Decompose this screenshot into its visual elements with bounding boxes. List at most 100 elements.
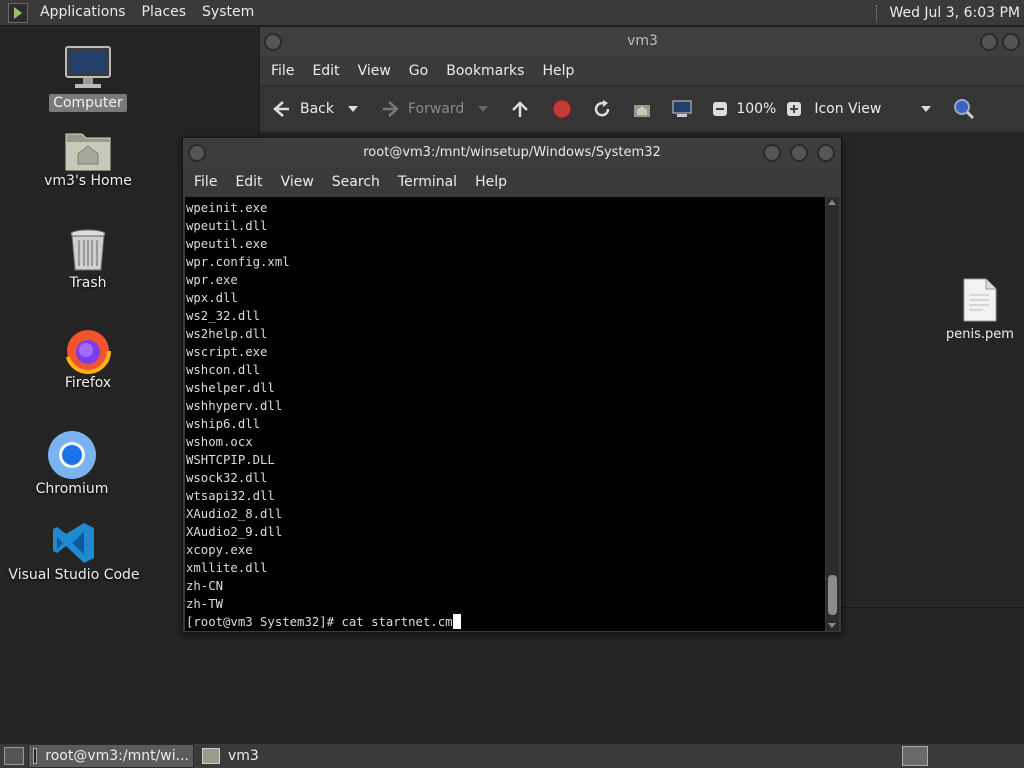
computer-icon <box>63 44 113 94</box>
scroll-up-arrow-icon[interactable] <box>828 200 836 205</box>
menu-search[interactable]: Search <box>323 174 389 190</box>
vscode-icon <box>51 520 97 566</box>
file-item[interactable]: penis.pem <box>940 277 1020 342</box>
view-mode-select[interactable]: Icon View <box>814 101 932 117</box>
desktop-icon-firefox[interactable]: Firefox <box>18 326 158 392</box>
show-desktop-icon[interactable] <box>4 747 24 765</box>
desktop-icon-label: Visual Studio Code <box>8 567 140 583</box>
terminal-line: wshom.ocx <box>186 435 253 449</box>
document-icon <box>963 278 997 322</box>
terminal-line: wpeutil.exe <box>186 237 268 251</box>
window-title: root@vm3:/mnt/winsetup/Windows/System32 <box>363 145 661 160</box>
desktop-icon-label: Firefox <box>64 375 112 391</box>
home-folder-icon <box>63 128 113 172</box>
scrollbar-thumb[interactable] <box>828 575 837 615</box>
forward-history-chevron-icon[interactable] <box>478 106 489 112</box>
back-button[interactable]: Back <box>272 99 358 119</box>
terminal-line: zh-TW <box>186 597 224 611</box>
terminal-line: wshcon.dll <box>186 363 261 377</box>
clock[interactable]: Wed Jul 3, 6:03 PM <box>889 5 1024 21</box>
terminal-line: XAudio2_9.dll <box>186 525 283 539</box>
window-titlebar[interactable]: vm3 <box>260 27 1024 57</box>
menu-view[interactable]: View <box>272 174 323 190</box>
back-history-chevron-icon[interactable] <box>348 106 358 112</box>
chevron-down-icon <box>921 106 932 112</box>
zoom-in-icon[interactable] <box>786 101 802 117</box>
desktop-icon-trash[interactable]: Trash <box>18 228 158 292</box>
scroll-down-arrow-icon[interactable] <box>828 623 836 628</box>
bottom-panel: root@vm3:/mnt/wi... vm3 <box>0 743 1024 768</box>
desktop-icon-label: Computer <box>49 94 127 112</box>
terminal-line: wsock32.dll <box>186 471 268 485</box>
up-arrow-icon[interactable] <box>510 99 530 119</box>
taskbar-item-label: vm3 <box>228 748 259 764</box>
chromium-icon <box>47 430 97 480</box>
terminal-line: wship6.dll <box>186 417 261 431</box>
workspace-switcher[interactable] <box>902 746 928 766</box>
menu-help[interactable]: Help <box>533 63 583 79</box>
close-button[interactable] <box>817 144 835 162</box>
taskbar-item-file-manager[interactable]: vm3 <box>198 745 263 767</box>
terminal-output[interactable]: wpeinit.exe wpeutil.dll wpeutil.exe wpr.… <box>185 197 825 631</box>
menu-edit[interactable]: Edit <box>303 63 348 79</box>
menu-file[interactable]: File <box>185 174 226 190</box>
desktop-icon-chromium[interactable]: Chromium <box>2 430 142 498</box>
home-icon[interactable] <box>632 99 652 119</box>
terminal-line: ws2help.dll <box>186 327 268 341</box>
forward-arrow-icon <box>380 99 400 119</box>
menu-places[interactable]: Places <box>134 0 195 25</box>
menu-applications[interactable]: Applications <box>32 0 134 25</box>
terminal-line: wtsapi32.dll <box>186 489 275 503</box>
maximize-button[interactable] <box>1002 33 1020 51</box>
menu-go[interactable]: Go <box>400 63 437 79</box>
window-titlebar[interactable]: root@vm3:/mnt/winsetup/Windows/System32 <box>183 138 841 168</box>
desktop-icon-home[interactable]: vm3's Home <box>18 128 158 190</box>
back-arrow-icon <box>272 99 292 119</box>
text-cursor <box>452 614 461 629</box>
desktop-icon-vscode[interactable]: Visual Studio Code <box>4 520 144 584</box>
terminal-scrollbar[interactable] <box>826 197 839 631</box>
minimize-button[interactable] <box>763 144 781 162</box>
reload-icon[interactable] <box>592 99 612 119</box>
search-icon[interactable] <box>953 98 975 120</box>
applications-logo-icon[interactable] <box>8 2 28 23</box>
terminal-icon <box>33 748 38 764</box>
folder-icon <box>202 748 220 764</box>
terminal-line: wpr.exe <box>186 273 238 287</box>
trash-icon <box>68 228 108 274</box>
terminal-line: zh-CN <box>186 579 224 593</box>
terminal-prompt[interactable]: [root@vm3 System32]# cat startnet.cm <box>186 615 453 629</box>
stop-icon[interactable] <box>552 99 572 119</box>
toolbar: Back Forward 100% Icon View <box>260 85 1024 133</box>
taskbar-item-terminal[interactable]: root@vm3:/mnt/wi... <box>28 744 194 768</box>
zoom-out-icon[interactable] <box>712 101 728 117</box>
terminal-window: root@vm3:/mnt/winsetup/Windows/System32 … <box>182 137 842 633</box>
menu-help[interactable]: Help <box>466 174 516 190</box>
file-name: penis.pem <box>946 327 1014 342</box>
zoom-level[interactable]: 100% <box>736 101 776 117</box>
firefox-icon <box>64 326 112 374</box>
desktop-icon-computer[interactable]: Computer <box>18 44 158 112</box>
terminal-line: wpx.dll <box>186 291 238 305</box>
forward-button[interactable]: Forward <box>380 99 489 119</box>
top-panel: Applications Places System Wed Jul 3, 6:… <box>0 0 1024 26</box>
terminal-line: xcopy.exe <box>186 543 253 557</box>
menu-system[interactable]: System <box>194 0 262 25</box>
terminal-line: XAudio2_8.dll <box>186 507 283 521</box>
minimize-button[interactable] <box>980 33 998 51</box>
menu-view[interactable]: View <box>349 63 400 79</box>
maximize-button[interactable] <box>790 144 808 162</box>
terminal-line: wpeutil.dll <box>186 219 268 233</box>
terminal-line: xmllite.dll <box>186 561 268 575</box>
menu-bookmarks[interactable]: Bookmarks <box>437 63 533 79</box>
menu-edit[interactable]: Edit <box>226 174 271 190</box>
menu-file[interactable]: File <box>262 63 303 79</box>
terminal-line: WSHTCPIP.DLL <box>186 453 275 467</box>
desktop-icon-label: Trash <box>69 275 107 291</box>
computer-icon[interactable] <box>672 99 692 119</box>
terminal-line: wpr.config.xml <box>186 255 290 269</box>
window-title: vm3 <box>627 33 658 49</box>
menu-terminal[interactable]: Terminal <box>389 174 466 190</box>
view-mode-label: Icon View <box>814 101 882 117</box>
desktop-icon-label: vm3's Home <box>44 173 132 189</box>
